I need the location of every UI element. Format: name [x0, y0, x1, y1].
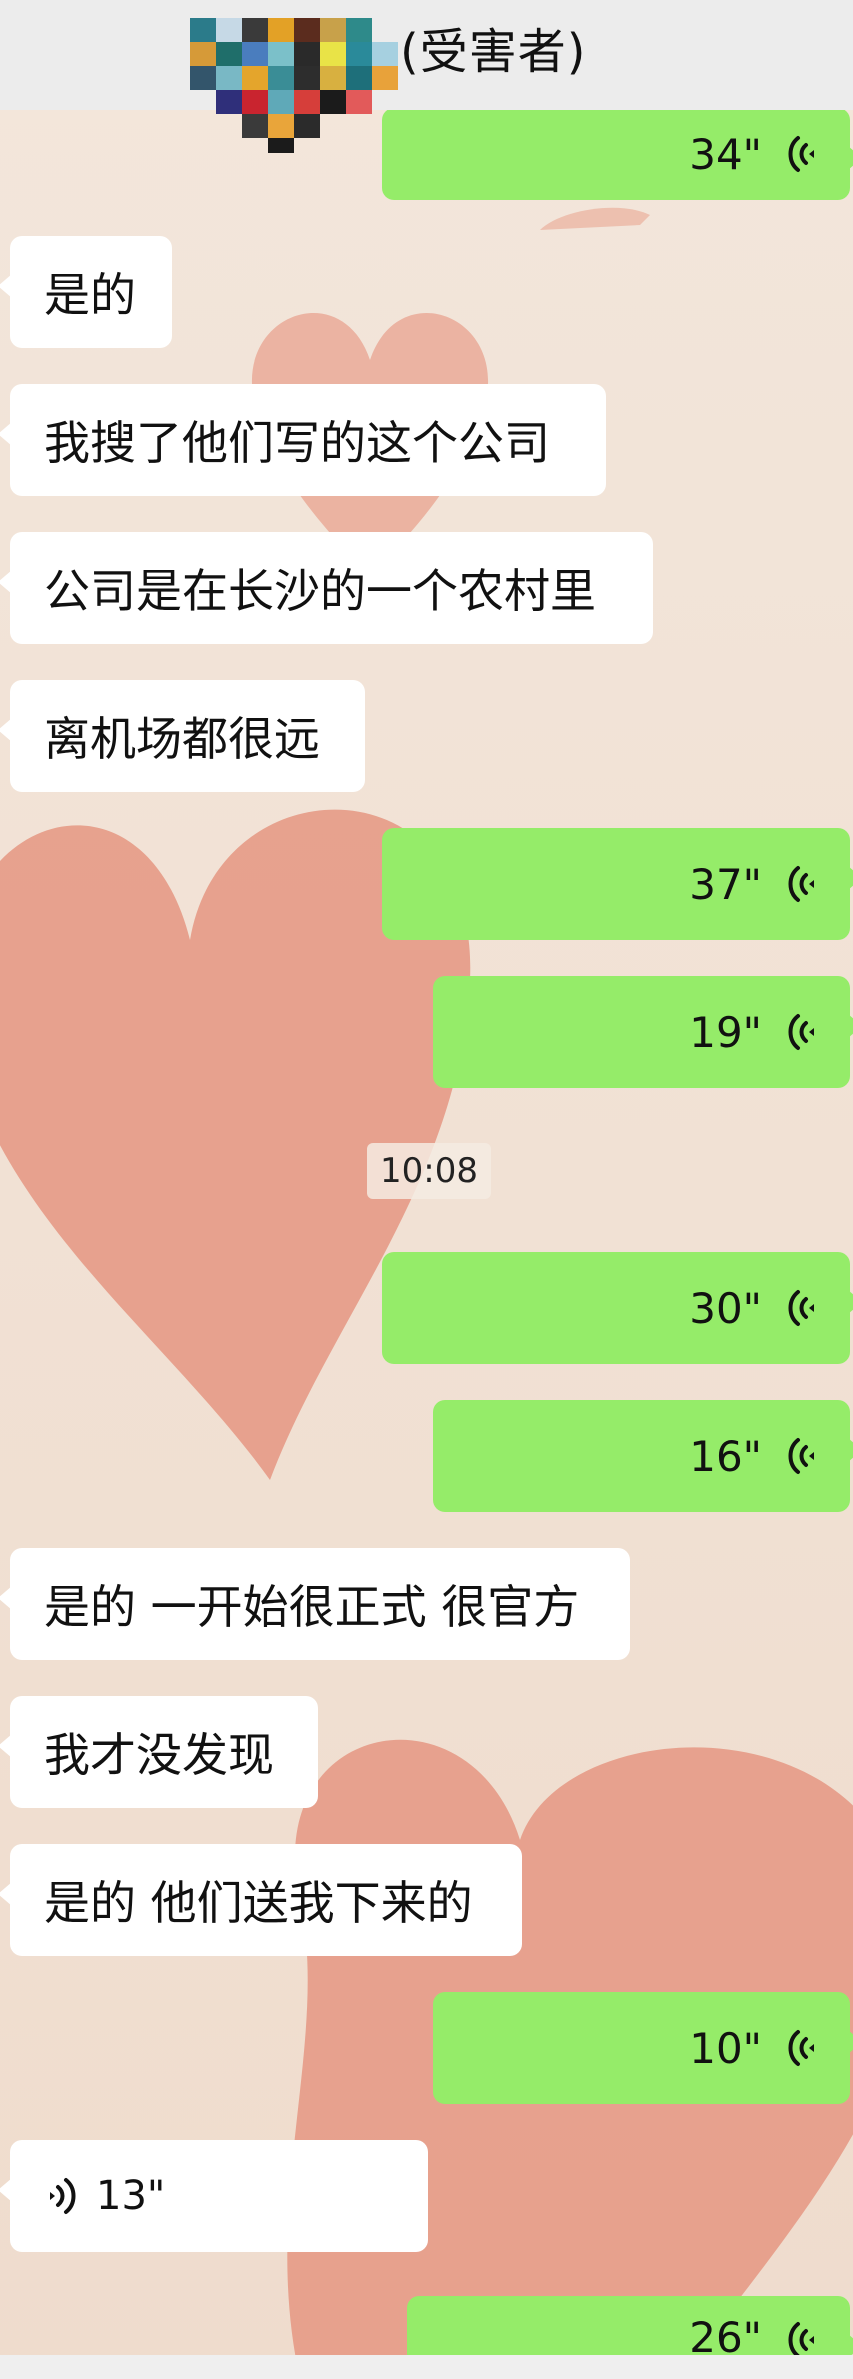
voice-message-sent[interactable]: 34" [382, 108, 853, 200]
text-message-received[interactable]: 是的 一开始很正式 很官方 [0, 1548, 630, 1660]
voice-duration: 19" [689, 1007, 762, 1057]
text-message-received[interactable]: 是的 他们送我下来的 [0, 1844, 522, 1956]
message-text: 我搜了他们写的这个公司 [44, 416, 550, 470]
voice-duration: 37" [689, 859, 762, 909]
voice-message-received[interactable]: 13" [0, 2140, 428, 2252]
text-message-received[interactable]: 离机场都很远 [0, 680, 365, 792]
voice-message-sent[interactable]: 16" [433, 1400, 853, 1512]
input-bar-edge [0, 2355, 853, 2379]
voice-wave-icon [788, 866, 814, 902]
voice-wave-icon [788, 136, 814, 172]
message-text: 离机场都很远 [44, 712, 320, 766]
text-message-received[interactable]: 公司是在长沙的一个农村里 [0, 532, 653, 644]
voice-message-sent[interactable]: 19" [433, 976, 853, 1088]
message-text: 是的 [44, 268, 136, 322]
voice-duration: 16" [689, 1431, 762, 1481]
chat-title: (受害者) [400, 24, 587, 80]
text-message-received[interactable]: 我才没发现 [0, 1696, 318, 1808]
voice-message-sent[interactable]: 10" [433, 1992, 853, 2104]
voice-duration: 34" [689, 129, 762, 179]
pixelated-avatar [190, 18, 398, 153]
voice-wave-icon [788, 2030, 814, 2066]
voice-wave-icon [50, 2178, 76, 2214]
message-text: 我才没发现 [44, 1728, 274, 1782]
voice-wave-icon [788, 1438, 814, 1474]
message-timestamp: 10:08 [367, 1143, 491, 1199]
message-text: 是的 他们送我下来的 [44, 1876, 473, 1930]
voice-wave-icon [788, 1014, 814, 1050]
voice-message-sent[interactable]: 30" [382, 1252, 853, 1364]
voice-duration: 30" [689, 1283, 762, 1333]
voice-duration: 10" [689, 2023, 762, 2073]
message-text: 是的 一开始很正式 很官方 [44, 1580, 580, 1634]
voice-message-sent[interactable]: 37" [382, 828, 853, 940]
voice-wave-icon [788, 1290, 814, 1326]
text-message-received[interactable]: 我搜了他们写的这个公司 [0, 384, 606, 496]
message-text: 公司是在长沙的一个农村里 [44, 564, 596, 618]
voice-duration: 13" [96, 2173, 166, 2219]
text-message-received[interactable]: 是的 [0, 236, 172, 348]
